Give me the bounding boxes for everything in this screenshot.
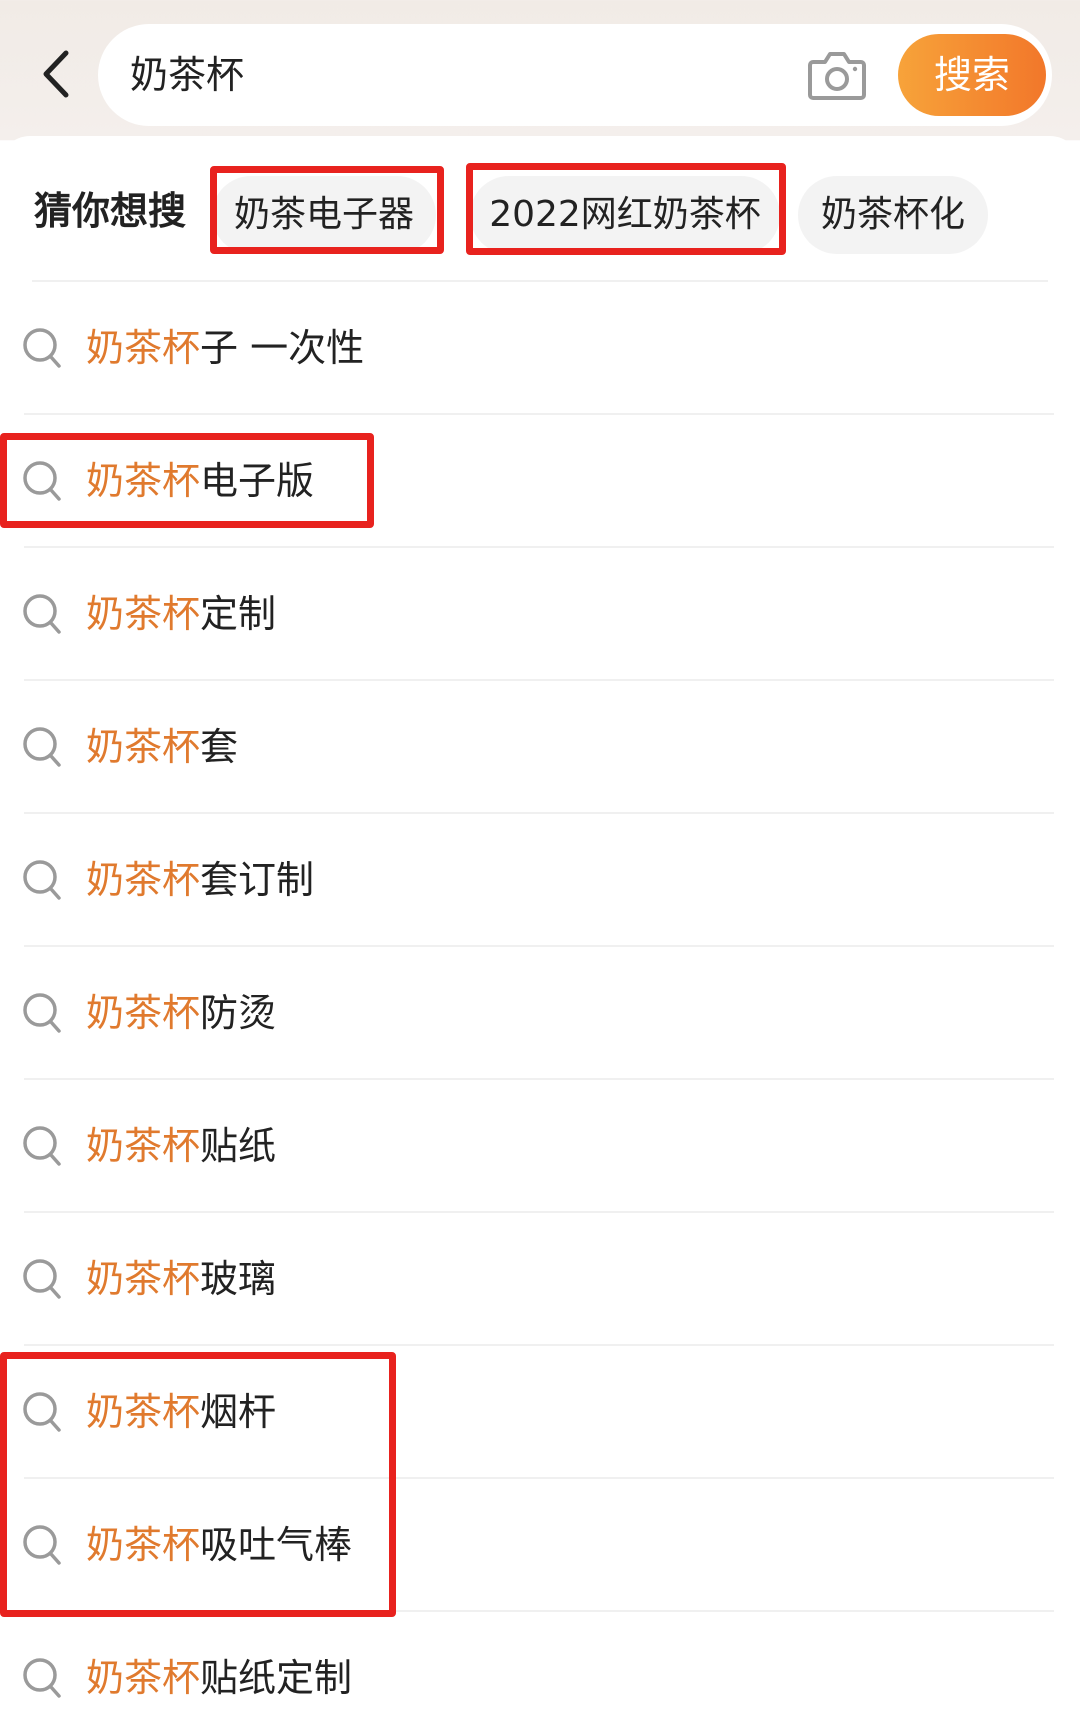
suggestion-suffix: 套 <box>200 725 239 769</box>
suggestion-suffix: 玻璃 <box>200 1257 277 1301</box>
suggestion-item[interactable]: 奶茶杯玻璃 <box>0 1213 1080 1346</box>
suggestion-text: 奶茶杯电子版 <box>86 415 314 548</box>
suggestion-prefix: 奶茶杯 <box>86 1656 201 1700</box>
search-button[interactable]: 搜索 <box>898 34 1046 116</box>
search-icon <box>23 1525 61 1565</box>
search-icon <box>23 993 61 1033</box>
suggestion-prefix: 奶茶杯 <box>86 858 201 902</box>
suggestion-text: 奶茶杯烟杆 <box>86 1346 276 1479</box>
suggestion-item[interactable]: 奶茶杯贴纸 <box>0 1080 1080 1213</box>
suggestion-prefix: 奶茶杯 <box>86 1257 201 1301</box>
suggestion-text: 奶茶杯玻璃 <box>86 1213 276 1346</box>
guess-section: 猜你想搜 奶茶电子器 2022网红奶茶杯 奶茶杯化 <box>0 166 1080 256</box>
suggestion-text: 奶茶杯防烫 <box>86 947 276 1080</box>
chevron-left-icon <box>43 50 69 98</box>
suggestion-text: 奶茶杯贴纸 <box>86 1080 276 1213</box>
search-icon <box>23 1126 61 1166</box>
suggestion-item[interactable]: 奶茶杯子 一次性 <box>0 282 1080 415</box>
suggestion-item[interactable]: 奶茶杯吸吐气棒 <box>0 1479 1080 1612</box>
suggestion-suffix: 定制 <box>200 592 277 636</box>
guess-chip[interactable]: 奶茶电子器 <box>212 176 436 254</box>
suggestion-prefix: 奶茶杯 <box>86 1390 201 1434</box>
guess-chip[interactable]: 奶茶杯化 <box>798 176 988 254</box>
suggestion-text: 奶茶杯子 一次性 <box>86 282 364 415</box>
suggestion-text: 奶茶杯定制 <box>86 548 276 681</box>
suggestion-item[interactable]: 奶茶杯套 <box>0 681 1080 814</box>
suggestion-suffix: 贴纸 <box>200 1124 277 1168</box>
suggestion-item[interactable]: 奶茶杯套订制 <box>0 814 1080 947</box>
suggestion-suffix: 子 一次性 <box>200 326 365 370</box>
suggestion-suffix: 贴纸定制 <box>200 1656 353 1700</box>
search-icon <box>23 594 61 634</box>
suggestion-prefix: 奶茶杯 <box>86 592 201 636</box>
suggestion-text: 奶茶杯吸吐气棒 <box>86 1479 352 1612</box>
suggestion-item[interactable]: 奶茶杯电子版 <box>0 415 1080 548</box>
top-bar: 奶茶杯 搜索 <box>0 0 1080 150</box>
guess-label: 猜你想搜 <box>34 189 187 233</box>
back-button[interactable] <box>30 42 80 106</box>
search-icon <box>23 860 61 900</box>
camera-icon <box>808 52 866 100</box>
suggestion-suffix: 吸吐气棒 <box>200 1523 353 1567</box>
suggestion-item[interactable]: 奶茶杯烟杆 <box>0 1346 1080 1479</box>
suggestion-suffix: 电子版 <box>200 459 315 503</box>
suggestion-prefix: 奶茶杯 <box>86 1523 201 1567</box>
search-bar[interactable]: 奶茶杯 搜索 <box>98 24 1052 126</box>
guess-chip[interactable]: 2022网红奶茶杯 <box>470 176 780 254</box>
search-icon <box>23 328 61 368</box>
search-icon <box>23 461 61 501</box>
suggestion-prefix: 奶茶杯 <box>86 991 201 1035</box>
search-input[interactable]: 奶茶杯 <box>130 24 244 126</box>
suggestion-item[interactable]: 奶茶杯防烫 <box>0 947 1080 1080</box>
suggestion-prefix: 奶茶杯 <box>86 326 201 370</box>
suggestion-prefix: 奶茶杯 <box>86 1124 201 1168</box>
suggestion-suffix: 烟杆 <box>200 1390 277 1434</box>
suggestion-text: 奶茶杯套订制 <box>86 814 314 947</box>
suggestion-prefix: 奶茶杯 <box>86 459 201 503</box>
camera-button[interactable] <box>806 46 868 104</box>
search-icon <box>23 1658 61 1698</box>
suggestion-panel: 猜你想搜 奶茶电子器 2022网红奶茶杯 奶茶杯化 奶茶杯子 一次性 奶茶杯电子… <box>0 136 1080 1718</box>
search-icon <box>23 1392 61 1432</box>
suggestion-text: 奶茶杯套 <box>86 681 238 814</box>
suggestion-list: 奶茶杯子 一次性 奶茶杯电子版 奶茶杯定制 奶茶杯套 奶茶杯套订制 奶茶杯防烫 <box>0 282 1080 1718</box>
search-icon <box>23 1259 61 1299</box>
suggestion-item[interactable]: 奶茶杯定制 <box>0 548 1080 681</box>
suggestion-prefix: 奶茶杯 <box>86 725 201 769</box>
suggestion-suffix: 套订制 <box>200 858 315 902</box>
suggestion-item[interactable]: 奶茶杯贴纸定制 <box>0 1612 1080 1718</box>
search-icon <box>23 727 61 767</box>
suggestion-suffix: 防烫 <box>200 991 277 1035</box>
suggestion-text: 奶茶杯贴纸定制 <box>86 1612 352 1718</box>
